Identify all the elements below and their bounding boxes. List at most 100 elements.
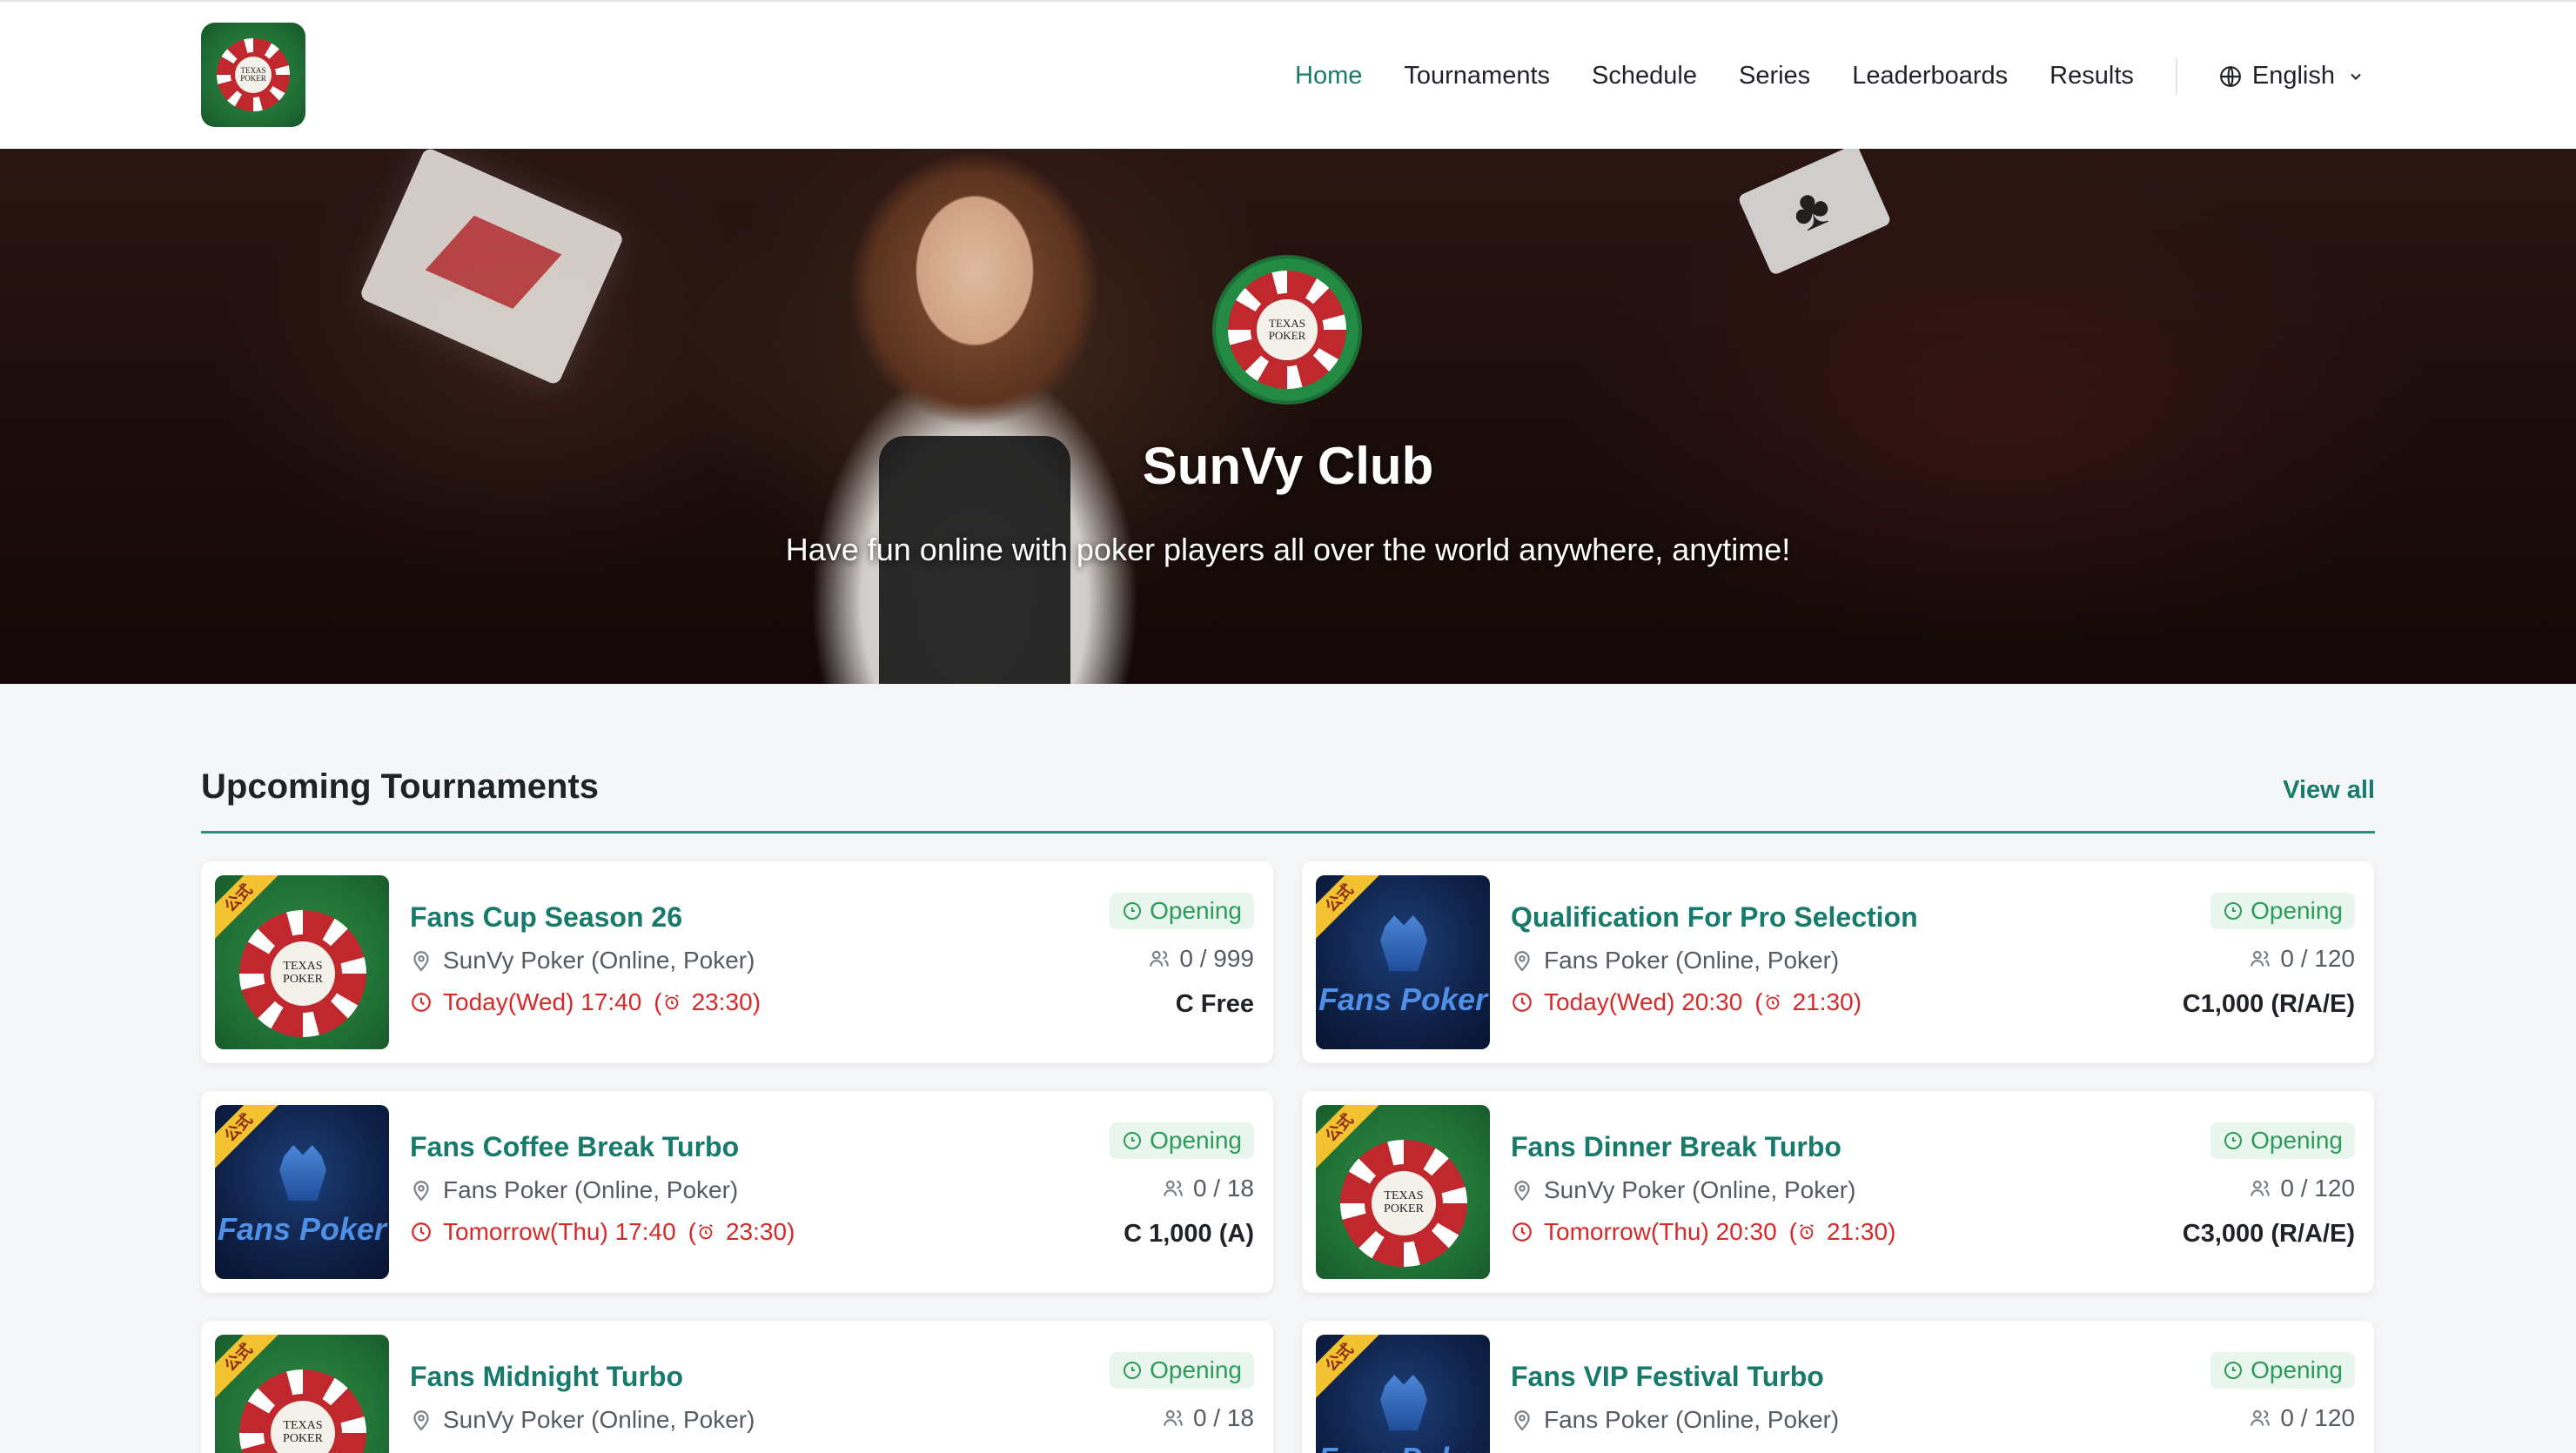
nav-results[interactable]: Results bbox=[2049, 62, 2134, 90]
tournament-name[interactable]: Fans VIP Festival Turbo bbox=[1511, 1361, 1824, 1393]
official-badge: 公式 bbox=[1316, 875, 1382, 941]
players-icon bbox=[1164, 1409, 1183, 1426]
nav-leaderboards[interactable]: Leaderboards bbox=[1852, 62, 2008, 90]
late-reg-time: 23:30 bbox=[725, 1218, 788, 1245]
players-icon bbox=[1164, 1180, 1183, 1196]
status-label: Opening bbox=[1150, 1356, 1242, 1383]
section-title: Upcoming Tournaments bbox=[201, 767, 600, 806]
buy-in-fee: C3,000 (R/A/E) bbox=[2182, 1220, 2355, 1248]
thumb-text-line2: POKER bbox=[283, 972, 323, 986]
thumb-brand-text: Fans Poker bbox=[1318, 981, 1488, 1017]
poker-chip-icon: TEXAS POKER bbox=[239, 1369, 366, 1453]
tournament-card[interactable]: TEXAS POKER 公式 Fans Midnight Turbo SunVy Pok… bbox=[201, 1321, 1273, 1453]
location-pin-icon bbox=[413, 951, 429, 972]
nav-tournaments[interactable]: Tournaments bbox=[1404, 62, 1550, 90]
tournament-venue: Fans Poker (Online, Poker) bbox=[1511, 947, 1839, 974]
chip-text-line2: POKER bbox=[1268, 329, 1306, 342]
status-clock-icon bbox=[1124, 902, 1142, 920]
thumb-text-line1: TEXAS bbox=[283, 1419, 323, 1433]
player-count-label: 0 / 120 bbox=[2280, 945, 2355, 972]
language-label: English bbox=[2251, 62, 2335, 90]
player-count-label: 0 / 999 bbox=[1179, 945, 1254, 972]
thumb-brand-text: Fans Poker bbox=[1316, 1441, 1490, 1453]
venue-label: Fans Poker (Online, Poker) bbox=[1544, 947, 1840, 974]
start-time: Tomorrow(Thu) 17:40 bbox=[443, 1218, 676, 1245]
tournament-venue: Fans Poker (Online, Poker) bbox=[410, 1176, 738, 1204]
tournament-venue: Fans Poker (Online, Poker) bbox=[1511, 1406, 1839, 1434]
tournament-card[interactable]: Fans Poker 公式 Fans Coffee Break Turbo Fans … bbox=[201, 1091, 1273, 1293]
chevron-down-icon bbox=[2351, 73, 2361, 80]
thumb-text-line1: TEXAS bbox=[283, 960, 323, 974]
players-icon bbox=[2251, 1409, 2271, 1426]
thumb-brand-text: Fans Poker bbox=[217, 1211, 387, 1247]
hero-banner: TEXAS POKER SunVy Club Have fun online w… bbox=[0, 149, 2576, 684]
nav-schedule[interactable]: Schedule bbox=[1592, 62, 1697, 90]
status-clock-icon bbox=[2224, 902, 2243, 920]
start-time: Tomorrow(Thu) 20:30 bbox=[1544, 1218, 1777, 1245]
nav-series[interactable]: Series bbox=[1739, 62, 1810, 90]
tournament-thumbnail: TEXAS POKER 公式 bbox=[215, 1335, 389, 1453]
tournament-thumbnail: Fans Poker 公式 bbox=[1316, 1335, 1490, 1453]
buy-in-fee: C1,000 (R/A/E) bbox=[2182, 990, 2355, 1018]
players-icon bbox=[2251, 1180, 2271, 1196]
clock-icon bbox=[1513, 1222, 1532, 1242]
status-badge: Opening bbox=[1110, 893, 1254, 929]
buy-in-fee: C 1,000 (A) bbox=[1124, 1220, 1254, 1248]
location-pin-icon bbox=[413, 1181, 429, 1202]
tournament-thumbnail: TEXAS POKER 公式 bbox=[215, 875, 389, 1049]
tournament-thumbnail: Fans Poker 公式 bbox=[1316, 875, 1490, 1049]
tournament-time: Tomorrow(Thu) 20:30(21:30) bbox=[1511, 1218, 1895, 1246]
player-count: 0 / 999 bbox=[1148, 945, 1254, 973]
view-all-link[interactable]: View all bbox=[2283, 776, 2375, 805]
flying-card-image bbox=[1737, 149, 1892, 277]
status-badge: Opening bbox=[2210, 1122, 2355, 1159]
language-selector[interactable]: English bbox=[2219, 62, 2375, 90]
poker-chip-icon: TEXAS POKER bbox=[1340, 1140, 1467, 1267]
start-time: Today(Wed) 17:40 bbox=[443, 988, 642, 1015]
player-count-label: 0 / 120 bbox=[2280, 1175, 2355, 1202]
status-clock-icon bbox=[2224, 1132, 2243, 1149]
status-clock-icon bbox=[1124, 1362, 1142, 1379]
status-label: Opening bbox=[1150, 897, 1242, 924]
alarm-icon bbox=[664, 994, 679, 1010]
tournament-venue: SunVy Poker (Online, Poker) bbox=[410, 1406, 755, 1434]
tournament-name[interactable]: Fans Cup Season 26 bbox=[410, 901, 682, 934]
globe-icon bbox=[2219, 65, 2241, 87]
nav-divider bbox=[2175, 57, 2177, 95]
official-badge: 公式 bbox=[1316, 1335, 1382, 1400]
tournament-name[interactable]: Fans Dinner Break Turbo bbox=[1511, 1131, 1841, 1163]
section-divider bbox=[201, 831, 2375, 834]
poker-chip-icon: TEXAS POKER bbox=[239, 910, 366, 1037]
status-badge: Opening bbox=[1110, 1352, 1254, 1389]
hero-title: SunVy Club bbox=[1142, 437, 1434, 495]
thumb-text-line2: POKER bbox=[283, 1431, 323, 1445]
players-icon bbox=[1150, 950, 1170, 967]
tournament-time: Today(Wed) 20:30(21:30) bbox=[1511, 988, 1862, 1016]
alarm-icon bbox=[1765, 994, 1780, 1010]
tournament-card[interactable]: Fans Poker 公式 Qualification For Pro Select… bbox=[1302, 861, 2374, 1063]
tournament-name[interactable]: Fans Coffee Break Turbo bbox=[410, 1131, 739, 1163]
tournament-name[interactable]: Qualification For Pro Selection bbox=[1511, 901, 1918, 934]
late-reg-time: 23:30 bbox=[691, 988, 753, 1015]
logo[interactable]: TEXAS POKER bbox=[201, 23, 305, 127]
crown-icon bbox=[1380, 1375, 1427, 1430]
status-label: Opening bbox=[1150, 1127, 1242, 1154]
tournament-venue: SunVy Poker (Online, Poker) bbox=[1511, 1176, 1855, 1204]
tournament-venue: SunVy Poker (Online, Poker) bbox=[410, 947, 755, 974]
late-reg-time: 21:30 bbox=[1826, 1218, 1888, 1245]
nav-home[interactable]: Home bbox=[1295, 62, 1362, 90]
tournament-thumbnail: TEXAS POKER 公式 bbox=[1316, 1105, 1490, 1279]
clock-icon bbox=[412, 1222, 431, 1242]
tournament-time: Today(Wed) 17:40(23:30) bbox=[410, 988, 761, 1016]
status-label: Opening bbox=[2251, 897, 2343, 924]
tournament-card[interactable]: TEXAS POKER 公式 Fans Dinner Break Turbo SunVy… bbox=[1302, 1091, 2374, 1293]
alarm-icon bbox=[1800, 1223, 1814, 1240]
player-count-label: 0 / 120 bbox=[2280, 1404, 2355, 1431]
tournament-card[interactable]: TEXAS POKER 公式 Fans Cup Season 26 SunVy Poke… bbox=[201, 861, 1273, 1063]
venue-label: SunVy Poker (Online, Poker) bbox=[443, 1406, 755, 1433]
status-clock-icon bbox=[2224, 1362, 2243, 1379]
status-badge: Opening bbox=[2210, 1352, 2355, 1389]
tournament-name[interactable]: Fans Midnight Turbo bbox=[410, 1361, 683, 1393]
player-count-label: 0 / 18 bbox=[1192, 1404, 1254, 1431]
tournament-card[interactable]: Fans Poker 公式 Fans VIP Festival Turbo Fans … bbox=[1302, 1321, 2374, 1453]
